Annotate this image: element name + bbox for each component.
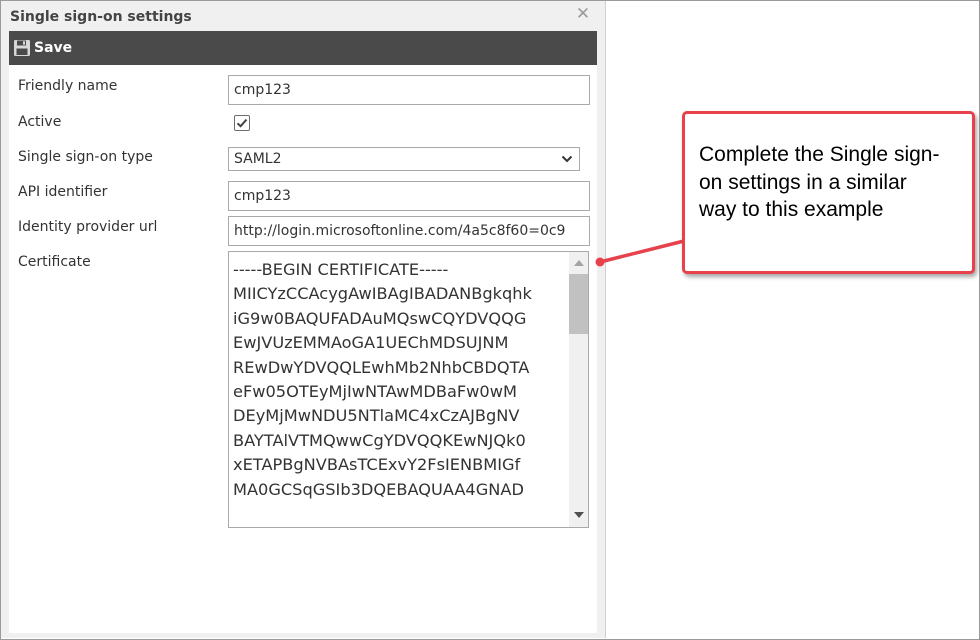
callout-text: Complete the Single sign-on settings in … <box>699 143 940 221</box>
callout-pointer <box>595 239 685 267</box>
instruction-callout: Complete the Single sign-on settings in … <box>682 111 975 274</box>
